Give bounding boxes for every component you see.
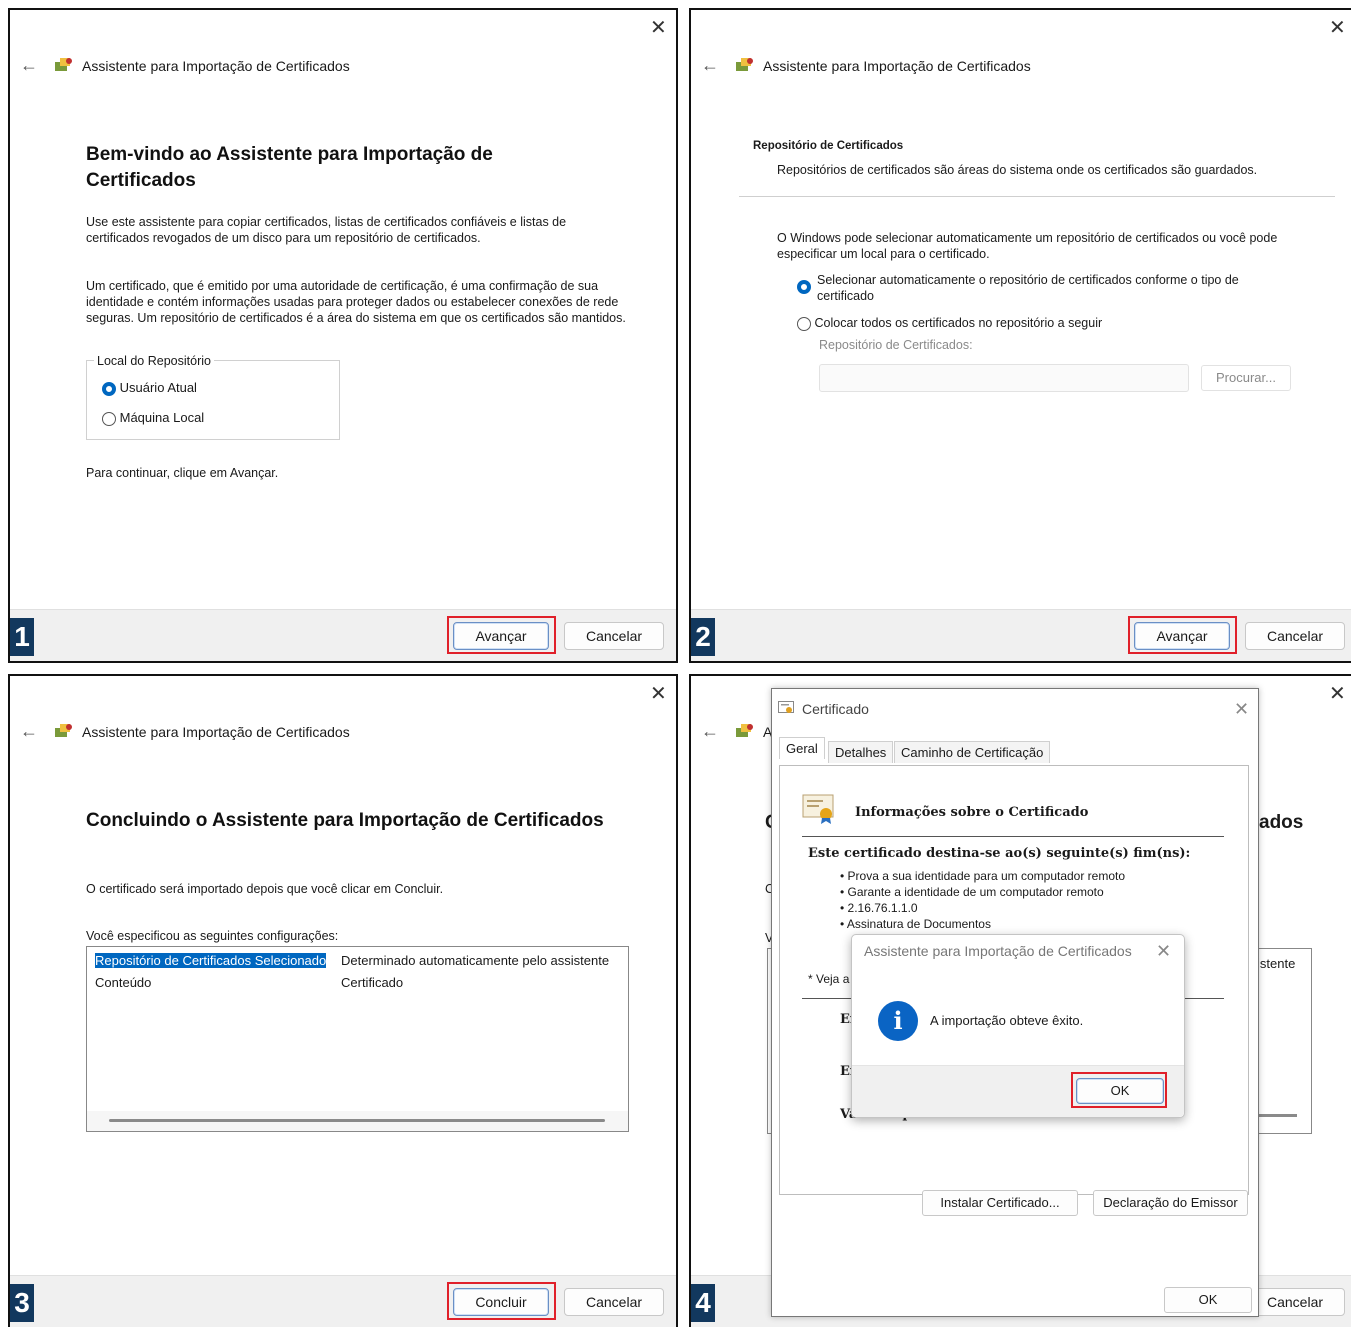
list-item: • 2.16.76.1.1.0 <box>840 901 918 915</box>
message-text: A importação obteve êxito. <box>930 1013 1084 1028</box>
back-arrow-icon[interactable]: ← <box>20 56 38 74</box>
certificate-icon <box>778 701 794 718</box>
tab-general[interactable]: Geral <box>779 737 825 759</box>
scrollbar-fragment <box>1257 1114 1297 1117</box>
group-label: Local do Repositório <box>94 354 214 368</box>
description-paragraph: Um certificado, que é emitido por uma au… <box>86 279 626 325</box>
dialog-title: Certificado <box>802 701 869 717</box>
step-badge: 4 <box>691 1284 715 1322</box>
purpose-list: • Prova a sua identidade para um computa… <box>840 868 1125 932</box>
info-text: O certificado será importado depois que … <box>86 882 444 896</box>
tab-details[interactable]: Detalhes <box>828 741 894 763</box>
step-badge: 2 <box>691 618 715 656</box>
section-description: Repositórios de certificados são áreas d… <box>777 163 1258 177</box>
list-item: • Assinatura de Documentos <box>840 917 991 931</box>
back-arrow-icon[interactable]: ← <box>20 722 38 740</box>
wizard-title: Assistente para Importação de Certificad… <box>82 58 350 74</box>
scrollbar-thumb[interactable] <box>109 1119 605 1122</box>
footer-bar: 3 Concluir Cancelar <box>10 1275 676 1327</box>
list-item-value: Certificado <box>341 975 404 990</box>
step-badge: 3 <box>10 1284 34 1322</box>
radio-unselected-icon <box>797 316 811 331</box>
list-item: • Garante a identidade de um computador … <box>840 885 1104 899</box>
highlight-box <box>1071 1072 1167 1108</box>
settings-list[interactable]: Repositório de Certificados Selecionado … <box>86 946 629 1132</box>
close-icon[interactable]: ✕ <box>650 18 667 38</box>
page-heading: Concluindo o Assistente para Importação … <box>86 810 604 831</box>
certificate-wizard-icon <box>54 56 74 77</box>
store-input[interactable] <box>819 364 1189 392</box>
certificate-info-icon <box>802 794 838 827</box>
radio-manual-store-label: Colocar todos os certificados no reposit… <box>814 316 1103 330</box>
list-item-key: Conteúdo <box>95 975 152 990</box>
radio-local-machine[interactable]: Máquina Local <box>102 410 204 426</box>
cancel-button[interactable]: Cancelar <box>564 1288 664 1316</box>
install-certificate-button[interactable]: Instalar Certificado... <box>922 1190 1078 1216</box>
horizontal-scrollbar[interactable] <box>87 1111 628 1131</box>
close-icon[interactable]: ✕ <box>1329 18 1346 38</box>
radio-current-user-label: Usuário Atual <box>119 380 197 395</box>
header-separator <box>739 196 1335 197</box>
radio-current-user[interactable]: Usuário Atual <box>102 380 197 396</box>
info-separator <box>802 836 1224 837</box>
cancel-button[interactable]: Cancelar <box>1245 1288 1345 1316</box>
message-title: Assistente para Importação de Certificad… <box>864 943 1132 959</box>
close-icon[interactable]: ✕ <box>650 684 667 704</box>
back-arrow-icon[interactable]: ← <box>701 56 719 74</box>
wizard-step-2-panel: ✕ ← Assistente para Importação de Certif… <box>689 8 1351 663</box>
tab-certification-path[interactable]: Caminho de Certificação <box>894 741 1051 763</box>
highlight-box <box>1128 616 1237 654</box>
settings-label: Você especificou as seguintes configuraç… <box>86 929 339 943</box>
radio-unselected-icon <box>102 411 116 426</box>
wizard-title: Assistente para Importação de Certificad… <box>763 58 1031 74</box>
list-fragment: istente <box>1257 956 1296 971</box>
wizard-title: Assistente para Importação de Certificad… <box>82 724 350 740</box>
highlight-box <box>447 1282 556 1320</box>
browse-button[interactable]: Procurar... <box>1201 365 1291 391</box>
list-item-key: Repositório de Certificados Selecionado <box>93 953 328 968</box>
store-field-label: Repositório de Certificados: <box>819 338 973 352</box>
list-item-value: Determinado automaticamente pelo assiste… <box>341 953 610 968</box>
message-footer: OK <box>852 1065 1184 1117</box>
heading-fragment-right: ados <box>1259 812 1304 833</box>
intro-paragraph: Use este assistente para copiar certific… <box>86 215 567 245</box>
issuer-statement-button[interactable]: Declaração do Emissor <box>1093 1190 1248 1216</box>
certificate-wizard-icon <box>735 722 755 743</box>
cancel-button[interactable]: Cancelar <box>564 622 664 650</box>
list-item-key-text: Repositório de Certificados Selecionado <box>95 953 327 968</box>
info-icon: i <box>878 1001 918 1041</box>
radio-selected-icon <box>797 280 811 294</box>
certificate-wizard-icon <box>735 56 755 77</box>
wizard-step-4-panel: ✕ ← A C ados C V istente 4 Cancelar Cert… <box>689 674 1351 1327</box>
radio-auto-select[interactable]: Selecionar automaticamente o repositório… <box>797 272 1297 304</box>
wizard-step-1-panel: ✕ ← Assistente para Importação de Certif… <box>8 8 678 663</box>
continue-text: Para continuar, clique em Avançar. <box>86 466 279 480</box>
list-item: • Prova a sua identidade para um computa… <box>840 869 1126 883</box>
step-badge: 1 <box>10 618 34 656</box>
dialog-close-icon[interactable]: ✕ <box>1234 699 1249 720</box>
intro-paragraph: O Windows pode selecionar automaticament… <box>777 231 1278 261</box>
radio-local-machine-label: Máquina Local <box>119 410 205 425</box>
footer-bar: 1 Avançar Cancelar <box>10 609 676 661</box>
certificate-ok-button[interactable]: OK <box>1164 1287 1252 1313</box>
certificate-wizard-icon <box>54 722 74 743</box>
section-title: Repositório de Certificados <box>753 140 904 152</box>
radio-auto-select-label: Selecionar automaticamente o repositório… <box>817 273 1239 303</box>
success-message-dialog: Assistente para Importação de Certificad… <box>851 934 1185 1118</box>
wizard-step-3-panel: ✕ ← Assistente para Importação de Certif… <box>8 674 678 1327</box>
radio-selected-icon <box>102 381 116 396</box>
purpose-heading: Este certificado destina-se ao(s) seguin… <box>808 846 1191 861</box>
close-icon[interactable]: ✕ <box>1329 684 1346 704</box>
message-close-icon[interactable]: ✕ <box>1156 941 1171 962</box>
info-title: Informações sobre o Certificado <box>855 805 1089 820</box>
note-fragment: * Veja a <box>808 972 850 986</box>
footer-bar: 2 Avançar Cancelar <box>691 609 1351 661</box>
cancel-button[interactable]: Cancelar <box>1245 622 1345 650</box>
page-heading: Bem-vindo ao Assistente para Importação … <box>86 144 493 191</box>
highlight-box <box>447 616 556 654</box>
store-location-group <box>86 360 340 440</box>
back-arrow-icon[interactable]: ← <box>701 722 719 740</box>
radio-manual-store[interactable]: Colocar todos os certificados no reposit… <box>797 316 1102 331</box>
